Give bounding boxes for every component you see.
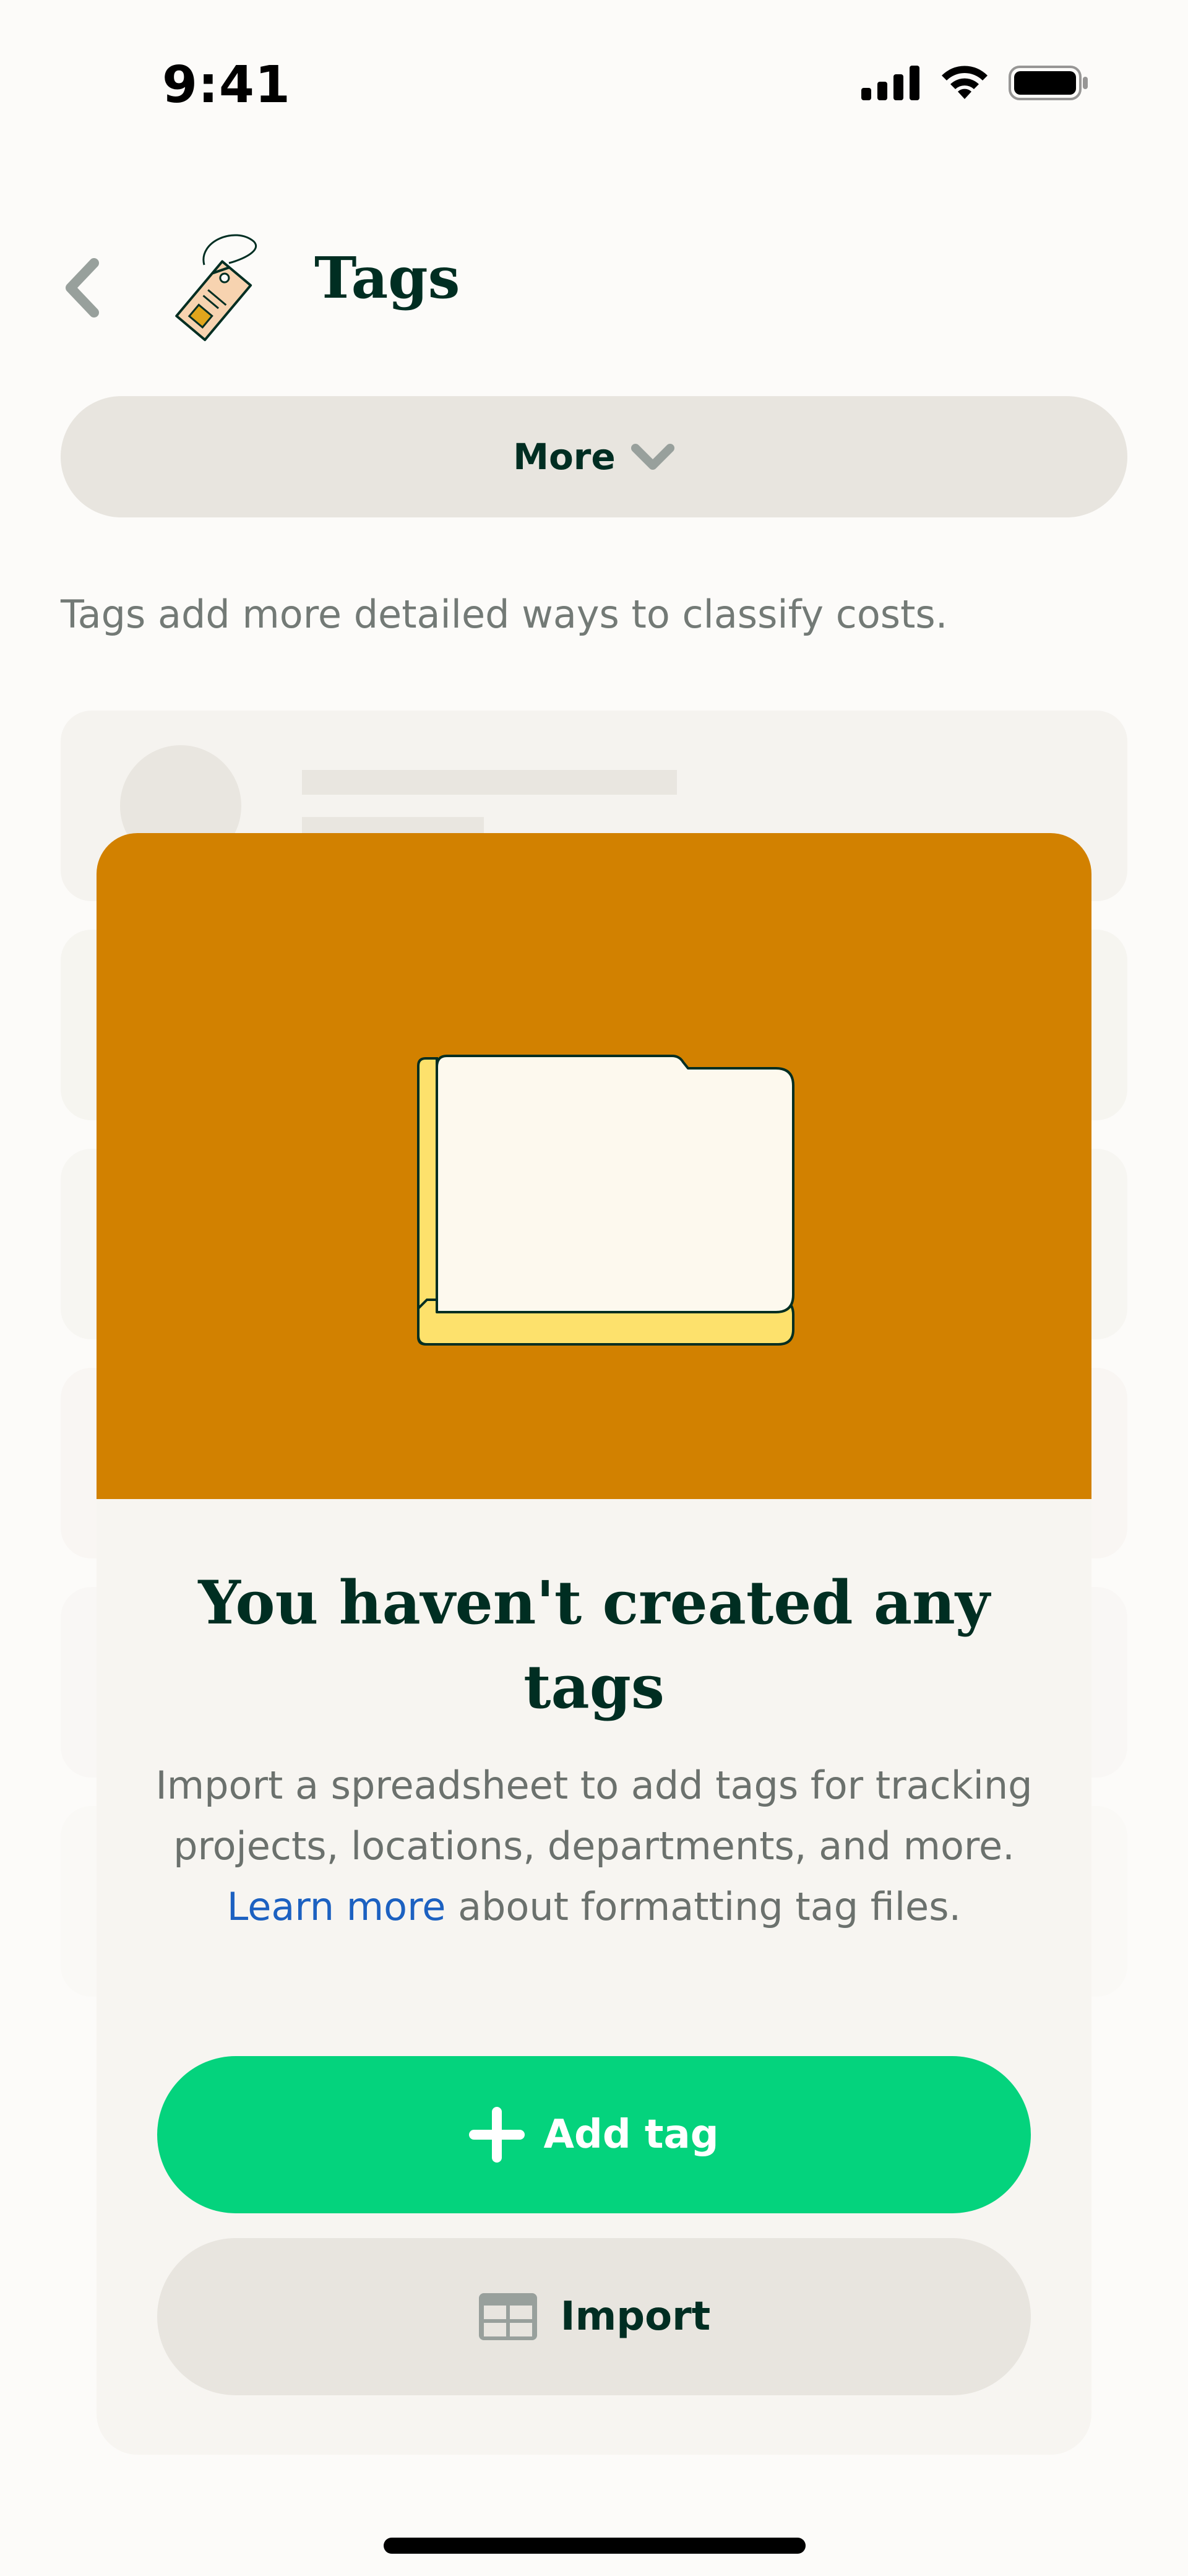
home-indicator: [384, 2538, 806, 2554]
learn-more-link[interactable]: Learn more: [227, 1884, 446, 1929]
skeleton-line: [302, 770, 677, 795]
empty-state-heading: You haven't created any tags: [198, 1568, 990, 1722]
table-grid-icon: [478, 2293, 537, 2340]
import-button-label: Import: [560, 2294, 711, 2340]
price-tag-illustration: [175, 234, 257, 342]
empty-state-hero: [97, 833, 1091, 1499]
add-tag-button[interactable]: Add tag: [157, 2056, 1031, 2213]
empty-state-body-text: Import a spreadsheet to add tags for tra…: [155, 1763, 1033, 1869]
empty-state-card: You haven't created any tags Import a sp…: [97, 833, 1091, 2455]
back-button[interactable]: [57, 254, 106, 322]
page-title: Tags: [314, 244, 460, 311]
chevron-left-icon: [66, 258, 99, 318]
empty-state-body-text-end: about formatting tag files.: [446, 1884, 962, 1929]
empty-state-body: Import a spreadsheet to add tags for tra…: [146, 1755, 1042, 1937]
wifi-icon: [942, 66, 988, 99]
folder-illustration: [417, 1055, 794, 1346]
status-time: 9:41: [162, 56, 291, 115]
plus-icon: [469, 2107, 525, 2163]
cellular-signal-icon: [861, 66, 919, 100]
chevron-down-icon: [631, 444, 674, 470]
battery-icon: [1009, 66, 1088, 100]
more-button-label: More: [513, 436, 616, 478]
more-button[interactable]: More: [61, 396, 1127, 517]
page-description: Tags add more detailed ways to classify …: [61, 592, 948, 637]
import-button[interactable]: Import: [157, 2238, 1031, 2395]
add-tag-button-label: Add tag: [543, 2112, 719, 2158]
status-icons: [861, 64, 1089, 102]
